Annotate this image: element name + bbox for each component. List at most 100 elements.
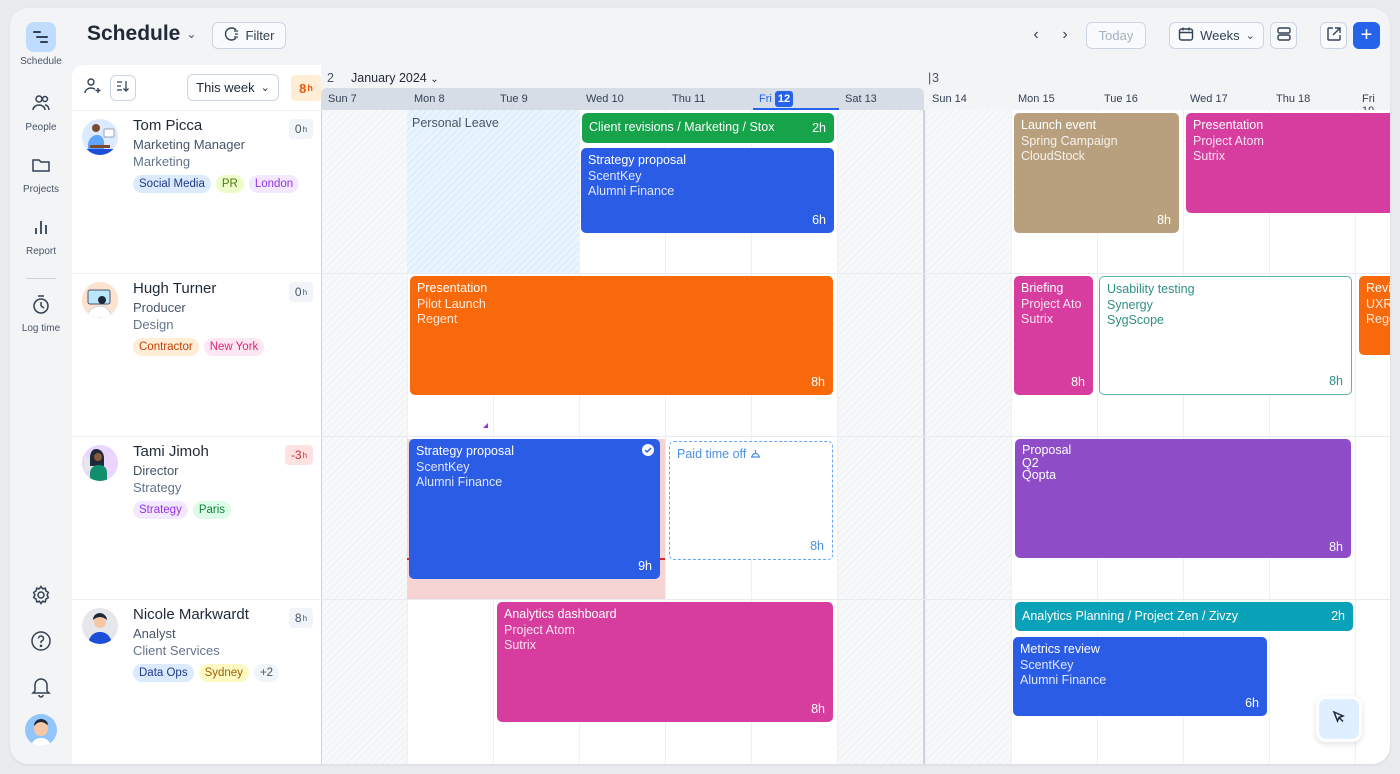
day-label[interactable]: Thu 18 [1276, 93, 1310, 105]
sidebar-item-people[interactable]: People [10, 88, 72, 133]
event-briefing[interactable]: Briefing Project Ato Sutrix 8h [1014, 276, 1093, 395]
page-title[interactable]: Schedule ⌄ [87, 22, 196, 46]
tag[interactable]: Paris [192, 501, 232, 519]
event-usability-testing[interactable]: Usability testing Synergy SygScope 8h [1099, 276, 1352, 395]
person-row[interactable]: Hugh Turner Producer Design Contractor N… [72, 273, 321, 436]
help-button[interactable] [10, 626, 72, 656]
row-divider [321, 599, 1390, 600]
sidebar-item-report[interactable]: Report [10, 212, 72, 257]
layout-toggle-button[interactable] [1270, 22, 1297, 49]
month-select[interactable]: January 2024 ⌄ [351, 71, 439, 85]
person-row[interactable]: Tom Picca Marketing Manager Marketing So… [72, 110, 321, 273]
day-column [925, 110, 1011, 764]
event-strategy-proposal-tami[interactable]: Strategy proposal ScentKey Alumni Financ… [409, 439, 660, 579]
event-proposal[interactable]: Proposal Q2 Qopta 8h [1015, 439, 1351, 558]
notifications-button[interactable] [10, 672, 72, 702]
day-label[interactable]: Tue 9 [500, 93, 528, 105]
hours-badge: -3 h [285, 445, 313, 465]
select-mode-button[interactable] [1316, 696, 1362, 742]
person-row[interactable]: Nicole Markwardt Analyst Client Services… [72, 599, 321, 762]
event-review[interactable]: Revi UXR Rege [1359, 276, 1390, 355]
people-panel: This week ⌄ 8h Tom Picca Marketing Manag… [72, 65, 321, 764]
settings-button[interactable] [10, 580, 72, 610]
day-label[interactable]: Wed 10 [586, 93, 624, 105]
tag[interactable]: Social Media [133, 175, 211, 193]
app-window: Schedule People Projects Report Log time… [10, 8, 1390, 764]
chevron-down-icon: ⌄ [186, 27, 197, 41]
schedule-grid[interactable]: Personal Leave Client revisions / Market… [321, 110, 1390, 764]
event-paid-time-off[interactable]: Paid time off 8h [669, 441, 833, 560]
person-row[interactable]: Tami Jimoh Director Strategy Strategy Pa… [72, 436, 321, 599]
beach-icon [750, 447, 761, 461]
tag-list: Contractor New York [133, 338, 265, 356]
day-label[interactable]: Tue 16 [1104, 93, 1138, 105]
user-avatar[interactable] [10, 714, 72, 746]
add-button[interactable]: + [1353, 22, 1380, 49]
tag-list: Strategy Paris [133, 501, 232, 519]
tag[interactable]: Strategy [133, 501, 188, 519]
avatar [82, 282, 118, 318]
hours-badge: 0h [289, 119, 313, 139]
next-week-button[interactable]: › [1055, 26, 1075, 44]
week-number: 3 [932, 71, 939, 85]
help-icon [26, 626, 56, 656]
add-person-icon [84, 77, 102, 100]
avatar [82, 608, 118, 644]
event-strategy-proposal[interactable]: Strategy proposal ScentKey Alumni Financ… [581, 148, 834, 233]
more-tags[interactable]: +2 [253, 664, 280, 682]
event-presentation-pilot[interactable]: Presentation Pilot Launch Regent 8h [410, 276, 833, 395]
personal-leave-block[interactable]: Personal Leave [407, 110, 579, 273]
row-divider [321, 436, 1390, 437]
people-toolbar: This week ⌄ 8h [72, 65, 321, 110]
tag[interactable]: London [248, 175, 300, 193]
avatar [82, 119, 118, 155]
week-divider [923, 110, 925, 764]
tag[interactable]: PR [215, 175, 244, 193]
tag[interactable]: New York [203, 338, 265, 356]
week-divider-mark: | [928, 71, 932, 85]
prev-week-button[interactable]: ‹ [1026, 26, 1046, 44]
day-label[interactable]: Sun 14 [932, 93, 967, 105]
day-label[interactable]: Sat 13 [845, 93, 877, 105]
external-link-icon [1326, 26, 1342, 45]
filter-icon [224, 26, 240, 45]
today-badge: 12 [774, 91, 794, 107]
bell-icon [26, 672, 56, 702]
event-metrics-review[interactable]: Metrics review ScentKey Alumni Finance 6… [1013, 637, 1267, 716]
event-analytics-dashboard[interactable]: Analytics dashboard Project Atom Sutrix … [497, 602, 833, 722]
day-column [321, 110, 407, 764]
sidebar-item-log-time[interactable]: Log time [10, 289, 72, 334]
sidebar-item-schedule[interactable]: Schedule [10, 22, 72, 67]
hours-badge: 0h [289, 282, 313, 302]
sort-button[interactable] [110, 75, 136, 101]
day-label[interactable]: Thu 11 [672, 93, 705, 105]
hours-badge: 8h [289, 608, 313, 628]
calendar: 2 January 2024 ⌄ | 3 Sun 7 Mon 8 Tue 9 W… [321, 65, 1390, 764]
chevron-down-icon: ⌄ [1245, 30, 1255, 42]
sidebar-item-projects[interactable]: Projects [10, 150, 72, 195]
calendar-icon [1178, 26, 1194, 45]
day-label-today[interactable]: Fri 12 [759, 91, 794, 107]
add-person-button[interactable] [80, 75, 106, 101]
range-select[interactable]: This week ⌄ [187, 74, 279, 101]
today-button[interactable]: Today [1086, 22, 1146, 49]
event-launch-event[interactable]: Launch event Spring Campaign CloudStock … [1014, 113, 1179, 233]
tag[interactable]: Contractor [133, 338, 199, 356]
view-select[interactable]: Weeks ⌄ [1169, 22, 1264, 49]
sort-icon [116, 79, 130, 98]
tag[interactable]: Data Ops [133, 664, 194, 682]
day-label[interactable]: Wed 17 [1190, 93, 1228, 105]
day-label[interactable]: Sun 7 [328, 93, 357, 105]
resize-handle-icon[interactable] [483, 423, 488, 428]
day-label[interactable]: Mon 8 [414, 93, 445, 105]
week-number: 2 [327, 71, 334, 85]
row-divider [321, 273, 1390, 274]
tag[interactable]: Sydney [198, 664, 249, 682]
folder-icon [26, 150, 56, 180]
event-client-revisions[interactable]: Client revisions / Marketing / Stox 2h [582, 113, 834, 143]
share-button[interactable] [1320, 22, 1347, 49]
event-presentation[interactable]: Presentation Project Atom Sutrix [1186, 113, 1390, 213]
day-label[interactable]: Mon 15 [1018, 93, 1055, 105]
event-analytics-planning[interactable]: Analytics Planning / Project Zen / Zivzy… [1015, 602, 1353, 631]
filter-button[interactable]: Filter [212, 22, 286, 49]
